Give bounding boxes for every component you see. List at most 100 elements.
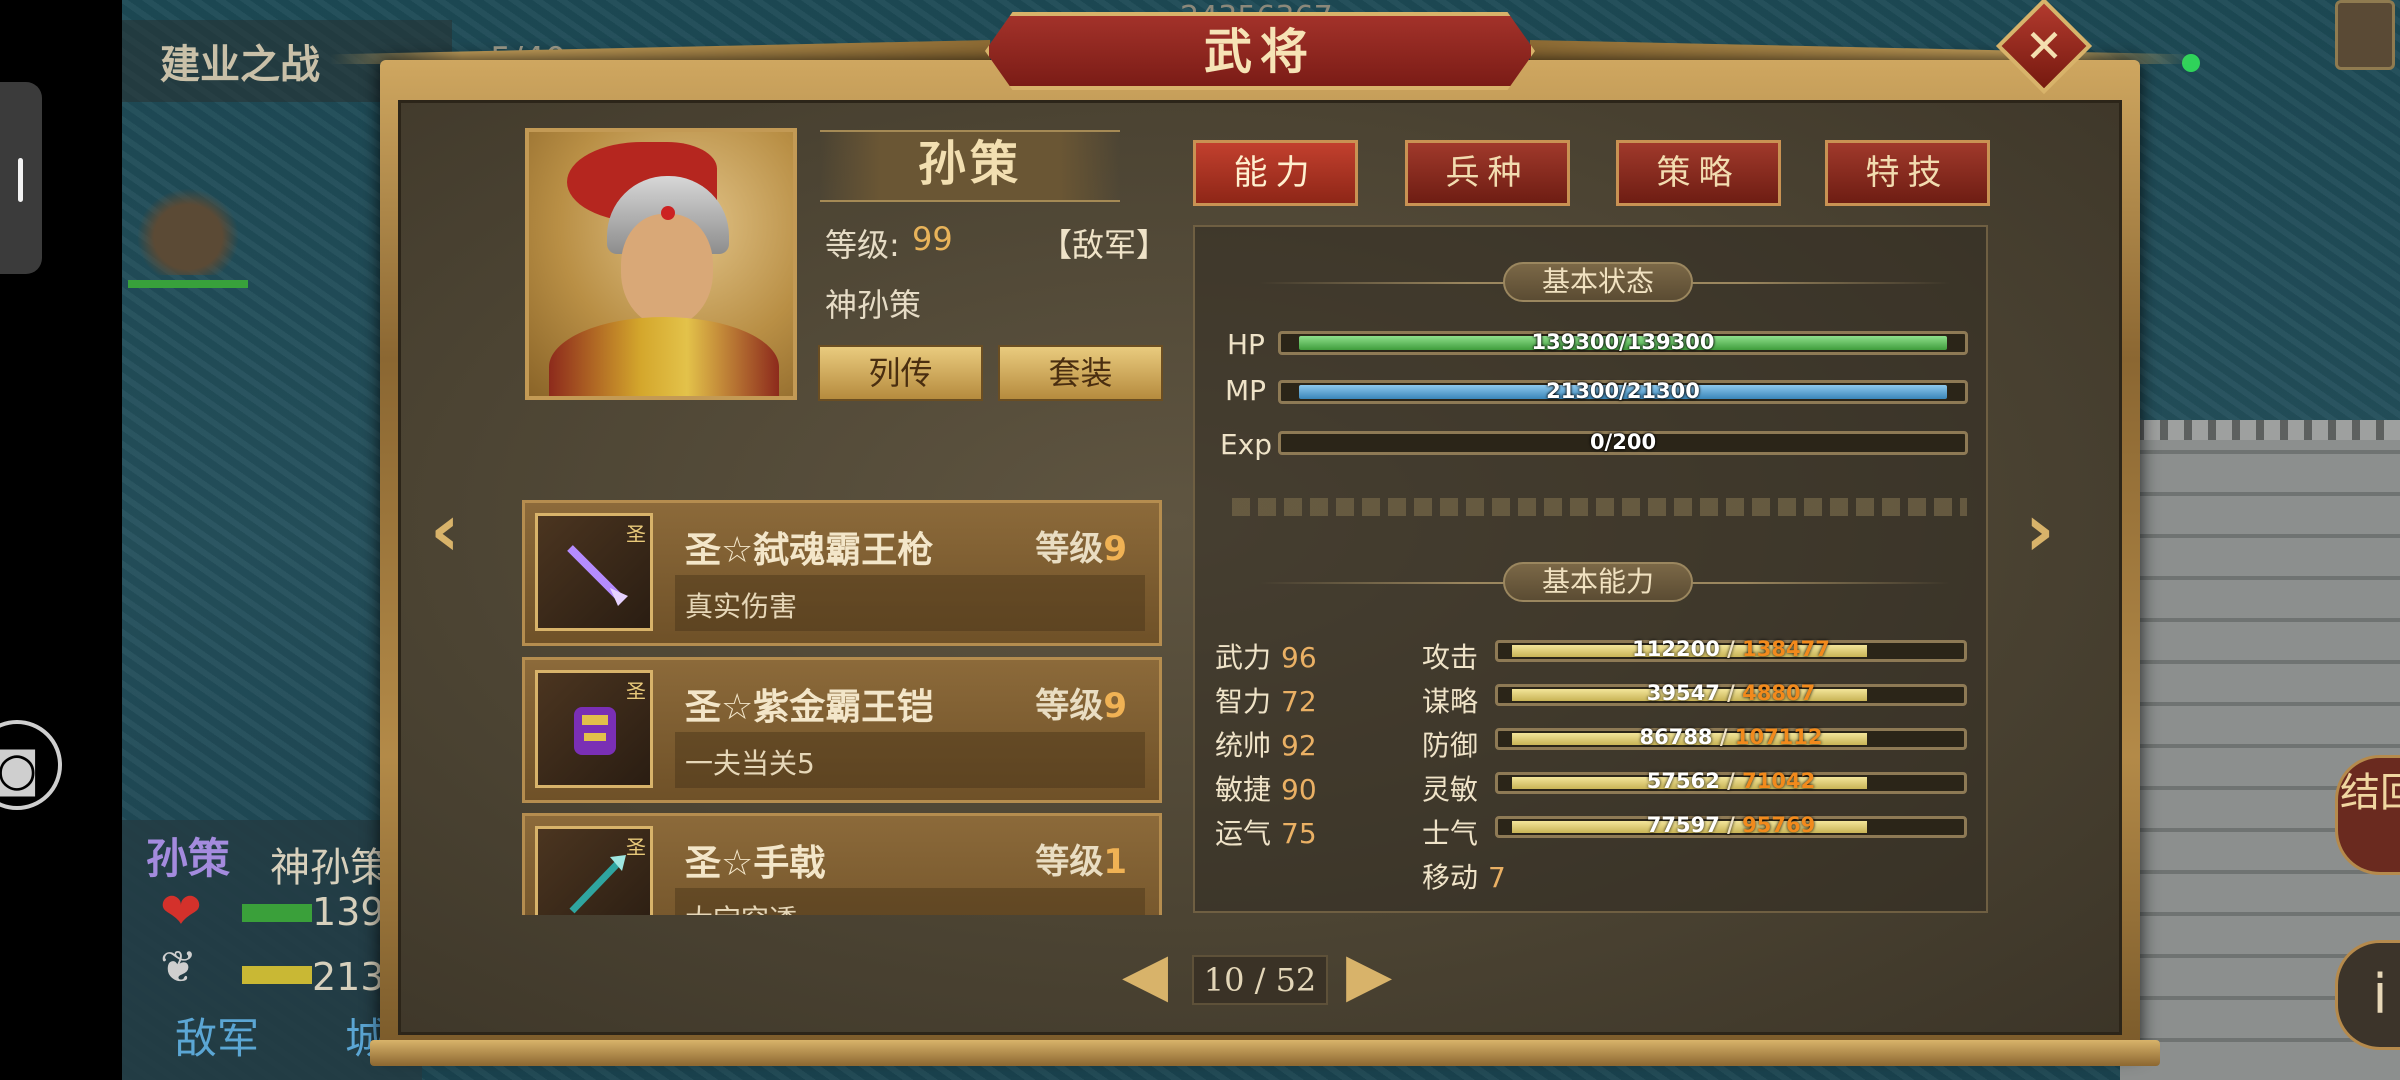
equipment-desc-box: 大宝突透	[675, 888, 1145, 915]
equipment-level-value: 9	[1103, 686, 1127, 726]
equipment-desc-box: 真实伤害	[675, 575, 1145, 631]
equipment-item[interactable]: 圣 圣☆弑魂霸王枪 等级9 真实伤害	[522, 500, 1162, 646]
handle-grip-icon	[18, 158, 23, 202]
attr-intelligence: 智力 72	[1215, 680, 1317, 720]
hero-portrait	[525, 128, 797, 400]
tab-special-skill[interactable]: 特技	[1825, 140, 1990, 206]
hp-label: HP	[1227, 328, 1265, 361]
attr-label: 武力	[1215, 641, 1272, 674]
attr-label: 移动	[1422, 861, 1479, 894]
map-unit-sprite[interactable]	[128, 180, 248, 275]
dialog-title: 武将	[1203, 24, 1316, 80]
equipment-desc-box: 一夫当关5	[675, 732, 1145, 788]
unit-faction: 敌军	[175, 1014, 260, 1063]
attr-command: 统帅 92	[1215, 724, 1317, 764]
combat-current: 39547	[1646, 681, 1720, 705]
unit-mp-value: 213	[312, 955, 385, 999]
page-next-icon[interactable]: ▶	[1346, 940, 1392, 1010]
attr-label: 运气	[1215, 817, 1272, 850]
attr-label: 统帅	[1215, 729, 1272, 762]
hp-bar: 139300/139300	[1278, 330, 1968, 355]
basic-status-heading: 基本状态	[1503, 262, 1693, 302]
combat-current: 112200	[1632, 637, 1720, 661]
tab-troop-type[interactable]: 兵种	[1405, 140, 1570, 206]
page-prev-icon[interactable]: ◀	[1122, 940, 1168, 1010]
armor-icon: 圣	[535, 670, 653, 788]
unit-alias: 神孙策	[270, 845, 390, 891]
equipment-level-label: 等级	[1035, 842, 1104, 882]
combat-current: 57562	[1646, 769, 1720, 793]
info-button[interactable]: i	[2335, 940, 2400, 1050]
halberd-icon: 圣	[535, 826, 653, 915]
portrait-gem	[661, 206, 675, 220]
equipment-item[interactable]: 圣 圣☆紫金霸王铠 等级9 一夫当关5	[522, 657, 1162, 803]
mp-label: MP	[1225, 374, 1267, 407]
equipment-desc: 大宝突透	[685, 898, 797, 915]
equipment-list[interactable]: 圣 圣☆弑魂霸王枪 等级9 真实伤害 圣 圣☆紫金霸王铠 等级9 一夫当关5 圣…	[518, 495, 1168, 915]
unit-name: 孙策	[146, 834, 231, 883]
equipment-level: 等级1	[1035, 834, 1127, 883]
equipment-level-value: 1	[1103, 842, 1127, 882]
hero-faction-tag: 【敌军】	[1040, 226, 1169, 264]
combat-attack-bar: 112200 / 138477	[1495, 637, 1967, 662]
mp-bar: 21300/21300	[1278, 379, 1968, 404]
exp-bar: 0/200	[1278, 430, 1968, 455]
spear-icon: 圣	[535, 513, 653, 631]
combat-current: 86788	[1639, 725, 1713, 749]
previous-hero-arrow-icon[interactable]: ‹	[430, 488, 460, 572]
combat-defense-label: 防御	[1422, 729, 1479, 762]
combat-morale-label: 士气	[1422, 817, 1479, 850]
combat-bar-text: 39547 / 48807	[1646, 681, 1816, 705]
combat-bar-text: 57562 / 71042	[1646, 769, 1816, 793]
tab-strategy[interactable]: 策略	[1616, 140, 1781, 206]
biography-button[interactable]: 列传	[818, 345, 983, 401]
equipment-desc: 一夫当关5	[685, 747, 815, 780]
combat-morale-bar: 77597 / 95769	[1495, 813, 1967, 838]
equipment-level-value: 9	[1103, 529, 1127, 569]
outfit-button[interactable]: 套装	[998, 345, 1163, 401]
battle-title: 建业之战	[160, 42, 320, 88]
combat-max: 71042	[1742, 769, 1816, 793]
combat-agility-bar: 57562 / 71042	[1495, 769, 1967, 794]
map-menu-icon[interactable]	[2335, 0, 2395, 70]
equipment-level: 等级9	[1035, 678, 1127, 727]
city-wall-battlement	[2120, 420, 2400, 440]
attr-value: 90	[1281, 773, 1317, 806]
unit-mp-bar	[242, 966, 312, 984]
exp-value: 0/200	[1589, 430, 1657, 454]
portrait-face	[621, 214, 713, 326]
heart-icon: ❤	[160, 882, 202, 940]
attr-label: 智力	[1215, 685, 1272, 718]
side-panel-handle[interactable]	[0, 82, 42, 274]
page-indicator: 10 / 52	[1192, 955, 1328, 1005]
combat-agility-label: 灵敏	[1422, 773, 1479, 806]
hero-level-label: 等级:	[825, 226, 900, 264]
equipment-item[interactable]: 圣 圣☆手戟 等级1 大宝突透	[522, 813, 1162, 915]
basic-ability-heading: 基本能力	[1503, 562, 1693, 602]
equipment-name: 圣☆紫金霸王铠	[685, 687, 934, 728]
combat-max: 95769	[1742, 813, 1816, 837]
attr-force: 武力 96	[1215, 636, 1317, 676]
next-hero-arrow-icon[interactable]: ›	[2025, 488, 2055, 572]
ornamental-divider	[1232, 498, 1967, 516]
combat-defense-bar: 86788 / 107112	[1495, 725, 1967, 750]
map-unit-hp-bar	[128, 280, 248, 288]
attr-value: 92	[1281, 729, 1317, 762]
feather-icon: ❦	[160, 942, 197, 993]
tab-ability[interactable]: 能力	[1193, 140, 1358, 206]
combat-current: 77597	[1646, 813, 1720, 837]
attr-agility: 敏捷 90	[1215, 768, 1317, 808]
close-icon[interactable]: ✕	[2010, 12, 2078, 80]
end-turn-button[interactable]: 结回	[2335, 755, 2400, 875]
attr-value: 7	[1488, 861, 1506, 894]
portrait-armor	[549, 317, 779, 396]
attr-label: 敏捷	[1215, 773, 1272, 806]
mp-value: 21300/21300	[1546, 379, 1700, 403]
equipment-level-label: 等级	[1035, 529, 1104, 569]
combat-bar-text: 77597 / 95769	[1646, 813, 1816, 837]
combat-strategy-label: 谋略	[1422, 685, 1479, 718]
attr-value: 75	[1281, 817, 1317, 850]
attr-luck: 运气 75	[1215, 812, 1317, 852]
unit-hp-bar	[242, 904, 312, 922]
equipment-level: 等级9	[1035, 521, 1127, 570]
